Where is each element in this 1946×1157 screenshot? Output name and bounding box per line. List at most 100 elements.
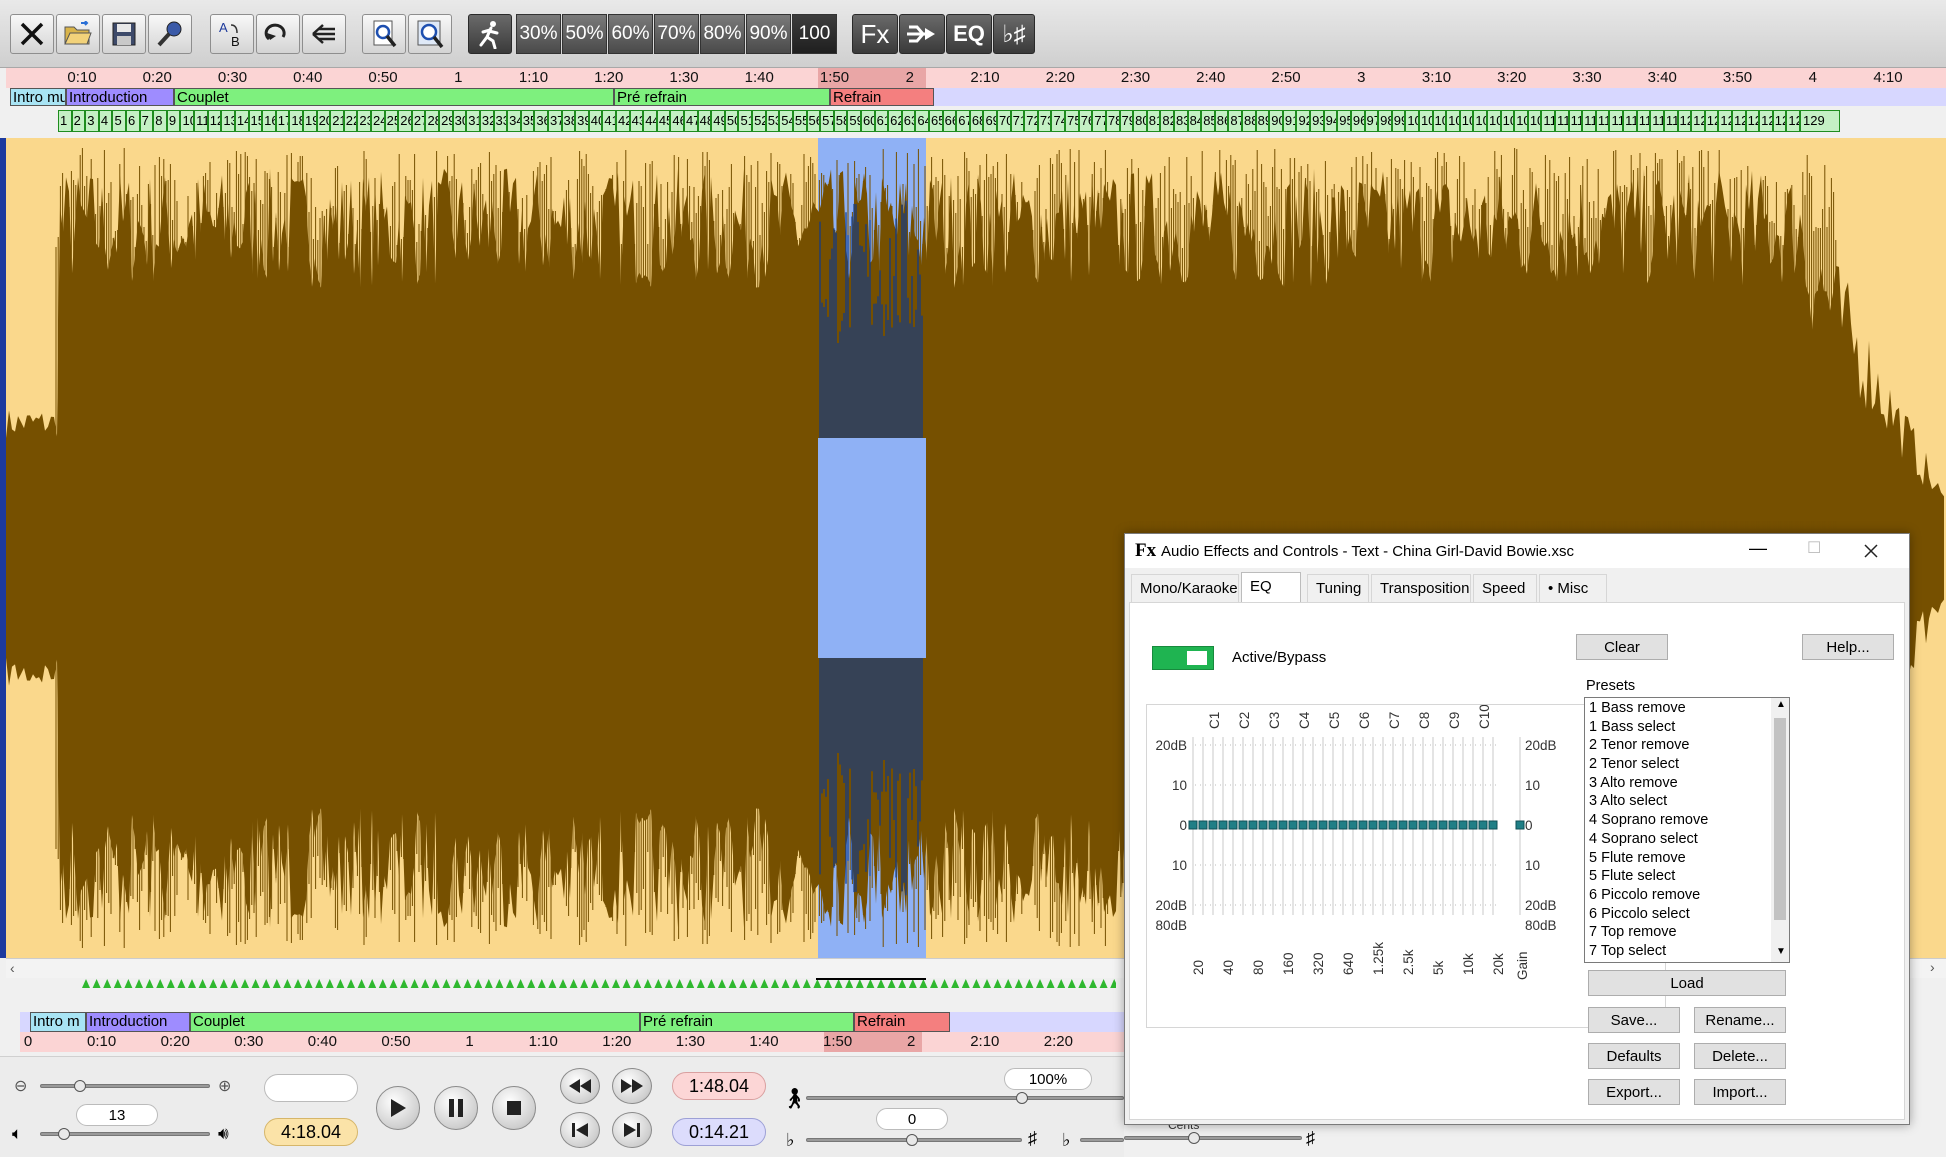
measure-number[interactable]: 64: [915, 110, 929, 132]
measure-number[interactable]: 67: [956, 110, 970, 132]
eq-band-knob[interactable]: [1288, 820, 1298, 830]
rewind-button[interactable]: [560, 1068, 600, 1104]
overview-section-block[interactable]: Intro m: [30, 1012, 86, 1032]
export-button[interactable]: Export...: [1588, 1079, 1680, 1105]
eq-band-knob[interactable]: [1188, 820, 1198, 830]
eq-band-knob[interactable]: [1298, 820, 1308, 830]
cents-slider[interactable]: [1080, 1138, 1124, 1142]
measure-number[interactable]: 114: [1595, 110, 1610, 132]
measure-number[interactable]: 74: [1051, 110, 1066, 132]
zoom-fit-button[interactable]: [408, 14, 452, 54]
close-dialog-icon[interactable]: [1863, 543, 1879, 559]
measure-number[interactable]: 82: [1160, 110, 1174, 132]
measure-number[interactable]: 75: [1065, 110, 1079, 132]
search-field[interactable]: [264, 1074, 358, 1102]
tempo-slider-knob[interactable]: [1016, 1092, 1028, 1104]
measure-number[interactable]: 41: [602, 110, 616, 132]
save-preset-button[interactable]: Save...: [1588, 1007, 1680, 1033]
close-button[interactable]: [10, 14, 54, 54]
measure-number[interactable]: 7: [139, 110, 154, 132]
measure-number[interactable]: 9: [166, 110, 181, 132]
overview-section-block[interactable]: Couplet: [190, 1012, 640, 1032]
spell-check-button[interactable]: AB: [210, 14, 254, 54]
measure-number[interactable]: 19: [302, 110, 317, 132]
measure-number[interactable]: 78: [1105, 110, 1120, 132]
measure-number[interactable]: 54: [779, 110, 793, 132]
measure-number[interactable]: 98: [1378, 110, 1392, 132]
preset-item[interactable]: 4 Soprano remove: [1585, 811, 1771, 830]
measure-number[interactable]: 85: [1201, 110, 1215, 132]
measure-number[interactable]: 33: [493, 110, 508, 132]
measure-number[interactable]: 106: [1486, 110, 1501, 132]
eq-button[interactable]: EQ: [946, 14, 992, 54]
eq-band-knob[interactable]: [1238, 820, 1248, 830]
delete-button[interactable]: Delete...: [1694, 1043, 1786, 1069]
measure-number[interactable]: 47: [684, 110, 698, 132]
eq-band-knob[interactable]: [1268, 820, 1278, 830]
eq-band-knob[interactable]: [1408, 820, 1418, 830]
measure-number[interactable]: 83: [1173, 110, 1188, 132]
measure-number[interactable]: 77: [1092, 110, 1106, 132]
eq-band-knob[interactable]: [1348, 820, 1358, 830]
measure-number[interactable]: 22: [343, 110, 358, 132]
measure-number[interactable]: 50: [724, 110, 739, 132]
speed-button[interactable]: 80%: [700, 14, 745, 54]
measure-number[interactable]: 37: [547, 110, 562, 132]
section-block[interactable]: Introduction: [66, 88, 174, 106]
preset-item[interactable]: 4 Soprano select: [1585, 830, 1771, 849]
speed-button[interactable]: 60%: [608, 14, 653, 54]
skip-start-button[interactable]: [560, 1112, 600, 1148]
eq-band-knob[interactable]: [1218, 820, 1228, 830]
section-block[interactable]: Refrain: [830, 88, 934, 106]
eq-gain-knob[interactable]: [1515, 820, 1525, 830]
measure-number[interactable]: 53: [765, 110, 780, 132]
minimize-icon[interactable]: —: [1749, 538, 1767, 559]
section-block[interactable]: Intro mu: [10, 88, 66, 106]
measure-number[interactable]: 35: [520, 110, 535, 132]
section-block[interactable]: Pré refrain: [614, 88, 830, 106]
preset-item[interactable]: 1 Bass remove: [1585, 699, 1771, 718]
eq-band-knob[interactable]: [1428, 820, 1438, 830]
measure-number[interactable]: 103: [1446, 110, 1460, 132]
measure-number[interactable]: 119: [1663, 110, 1678, 132]
eq-band-knob[interactable]: [1248, 820, 1258, 830]
measure-number[interactable]: 121: [1691, 110, 1705, 132]
measure-number[interactable]: 108: [1514, 110, 1528, 132]
measure-number[interactable]: 71: [1010, 110, 1025, 132]
eq-band-knob[interactable]: [1388, 820, 1398, 830]
preset-item[interactable]: 7 Top remove: [1585, 923, 1771, 942]
overview-section-block[interactable]: Refrain: [854, 1012, 950, 1032]
measure-number[interactable]: 12: [207, 110, 222, 132]
measure-number[interactable]: 63: [901, 110, 916, 132]
measure-number[interactable]: 13: [221, 110, 235, 132]
speed-button[interactable]: 70%: [654, 14, 699, 54]
scroll-down-icon[interactable]: ▼: [1776, 946, 1786, 957]
measure-number[interactable]: 46: [670, 110, 685, 132]
measure-number[interactable]: 110: [1541, 110, 1556, 132]
measure-number[interactable]: 101: [1418, 110, 1433, 132]
measure-number[interactable]: 36: [534, 110, 548, 132]
measure-number[interactable]: 72: [1024, 110, 1038, 132]
import-button[interactable]: Import...: [1694, 1079, 1786, 1105]
measure-number-last[interactable]: 129: [1800, 110, 1840, 132]
measure-number[interactable]: 20: [316, 110, 331, 132]
cents-slider-continued[interactable]: ♯: [1124, 1128, 1315, 1148]
measure-number[interactable]: 76: [1078, 110, 1093, 132]
eq-band-knob[interactable]: [1328, 820, 1338, 830]
measure-number-bar[interactable]: 1234567891011121314151617181920212223242…: [58, 110, 1858, 132]
measure-number[interactable]: 92: [1296, 110, 1311, 132]
measure-number[interactable]: 84: [1187, 110, 1202, 132]
measure-number[interactable]: 1: [58, 110, 72, 132]
eq-band-knob[interactable]: [1478, 820, 1488, 830]
measure-number[interactable]: 95: [1337, 110, 1351, 132]
overview-section-bar[interactable]: Intro m Introduction Couplet Pré refrain Ref…: [30, 1012, 950, 1032]
measure-number[interactable]: 39: [575, 110, 589, 132]
measure-number[interactable]: 15: [248, 110, 263, 132]
save-button[interactable]: [102, 14, 146, 54]
measure-number[interactable]: 127: [1772, 110, 1787, 132]
zoom-slider[interactable]: [40, 1084, 210, 1088]
defaults-button[interactable]: Defaults: [1588, 1043, 1680, 1069]
eq-band-knob[interactable]: [1448, 820, 1458, 830]
measure-number[interactable]: 55: [792, 110, 807, 132]
measure-number[interactable]: 69: [983, 110, 998, 132]
